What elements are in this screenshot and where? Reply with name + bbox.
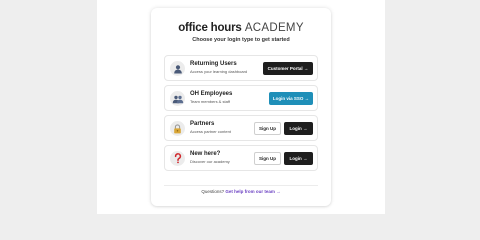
brand-name-light: ACADEMY — [244, 22, 304, 34]
option-title: New here? — [190, 151, 221, 157]
brand-name-bold: office hours — [178, 22, 242, 34]
option-description: Discover our academy — [190, 159, 230, 164]
login-card: office hours ACADEMY Choose your login t… — [151, 8, 331, 206]
option-description: Access partner content — [190, 129, 231, 134]
get-help-link[interactable]: Get help from our team → — [225, 189, 280, 194]
login-via-sso-button[interactable]: Login via SSO → — [269, 92, 313, 105]
lock-icon — [170, 121, 185, 136]
page-subtitle: Choose your login type to get started — [192, 37, 290, 43]
new-sign-up-button[interactable]: Sign Up — [254, 152, 281, 165]
customer-portal-button[interactable]: Customer Portal → — [263, 62, 313, 75]
option-row-returning-users: Returning Users Access your learning das… — [164, 55, 318, 81]
brand-logo: office hours ACADEMY — [151, 21, 331, 35]
option-title: Returning Users — [190, 61, 237, 67]
option-row-new-here: New here? Discover our academy Sign Up L… — [164, 145, 318, 171]
partners-sign-up-button[interactable]: Sign Up — [254, 122, 281, 135]
divider — [164, 185, 318, 186]
option-row-oh-employees: OH Employees Team members & staff Login … — [164, 85, 318, 111]
option-title: Partners — [190, 121, 215, 127]
partners-login-button[interactable]: Login → — [284, 122, 313, 135]
users-group-icon — [170, 91, 185, 106]
option-description: Team members & staff — [190, 99, 230, 104]
option-title: OH Employees — [190, 91, 233, 97]
footer-prefix: Questions? — [201, 189, 225, 194]
help-footer: Questions? Get help from our team → — [151, 188, 331, 195]
new-login-button[interactable]: Login → — [284, 152, 313, 165]
user-icon — [170, 61, 185, 76]
option-row-partners: Partners Access partner content Sign Up … — [164, 115, 318, 141]
question-icon — [170, 151, 185, 166]
option-description: Access your learning dashboard — [190, 69, 248, 74]
